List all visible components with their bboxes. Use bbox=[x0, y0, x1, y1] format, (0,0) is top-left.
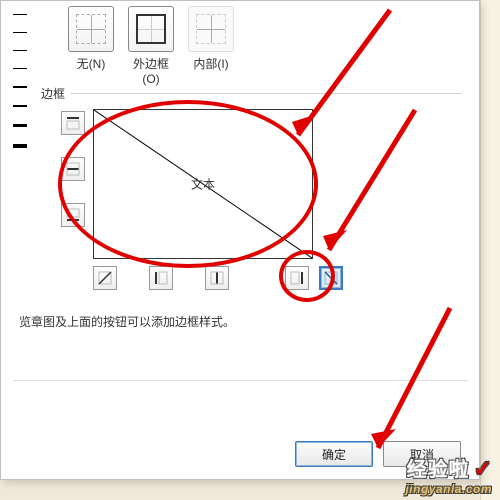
preset-inner-label: 内部(I) bbox=[188, 55, 234, 86]
watermark-sub: jingyanla.com bbox=[405, 482, 492, 496]
top-edge-icon bbox=[66, 116, 80, 130]
v-middle-icon bbox=[210, 271, 224, 285]
dialog-content: 无(N) 外边框(O) 内部(I) 边框 文本 bbox=[13, 1, 468, 381]
line-style-list[interactable] bbox=[13, 1, 31, 161]
border-dialog: 无(N) 外边框(O) 内部(I) 边框 文本 bbox=[0, 0, 480, 480]
vertical-middle-button[interactable] bbox=[205, 266, 229, 290]
bottom-edge-icon bbox=[66, 208, 80, 222]
left-edge-button[interactable] bbox=[149, 266, 173, 290]
edge-buttons-bottom bbox=[93, 266, 229, 290]
line-style-option[interactable] bbox=[13, 144, 27, 148]
diagonal-up-icon bbox=[98, 271, 112, 285]
bottom-edge-button[interactable] bbox=[61, 203, 85, 227]
diagonal-down-icon bbox=[324, 271, 338, 285]
right-edge-button[interactable] bbox=[285, 266, 309, 290]
horizontal-middle-button[interactable] bbox=[61, 157, 85, 181]
line-style-option[interactable] bbox=[13, 86, 27, 88]
preview-text: 文本 bbox=[191, 176, 215, 193]
watermark-main: 经验啦 bbox=[407, 459, 470, 481]
preset-none-icon bbox=[76, 14, 106, 44]
edge-buttons-bottom-right bbox=[285, 266, 343, 290]
top-edge-button[interactable] bbox=[61, 111, 85, 135]
preset-labels: 无(N) 外边框(O) 内部(I) bbox=[68, 55, 234, 86]
border-preview: 文本 bbox=[93, 109, 313, 259]
line-style-option[interactable] bbox=[13, 32, 27, 33]
line-style-option[interactable] bbox=[13, 50, 27, 51]
preset-inner-button[interactable] bbox=[188, 6, 234, 52]
preset-none-label: 无(N) bbox=[68, 55, 114, 86]
preset-row bbox=[68, 6, 234, 52]
line-style-option[interactable] bbox=[13, 105, 27, 107]
background-document-edge bbox=[480, 0, 500, 500]
preset-outer-icon bbox=[136, 14, 166, 44]
watermark-check-icon: ✓ bbox=[474, 456, 492, 481]
diagonal-down-button[interactable] bbox=[319, 266, 343, 290]
preset-none-button[interactable] bbox=[68, 6, 114, 52]
line-style-option[interactable] bbox=[13, 68, 27, 69]
line-style-option[interactable] bbox=[13, 14, 27, 15]
h-middle-icon bbox=[66, 162, 80, 176]
preset-outer-label: 外边框(O) bbox=[128, 55, 174, 86]
right-edge-icon bbox=[290, 271, 304, 285]
diagonal-up-button[interactable] bbox=[93, 266, 117, 290]
watermark: 经验啦✓ jingyanla.com bbox=[405, 453, 492, 496]
left-edge-icon bbox=[154, 271, 168, 285]
line-style-option[interactable] bbox=[13, 124, 27, 127]
section-divider bbox=[71, 93, 461, 94]
edge-buttons-left bbox=[61, 111, 85, 227]
hint-text: 览章图及上面的按钮可以添加边框样式。 bbox=[19, 313, 235, 330]
ok-button[interactable]: 确定 bbox=[295, 441, 373, 467]
border-section-label: 边框 bbox=[41, 85, 65, 102]
preset-outer-button[interactable] bbox=[128, 6, 174, 52]
preset-inner-icon bbox=[196, 14, 226, 44]
